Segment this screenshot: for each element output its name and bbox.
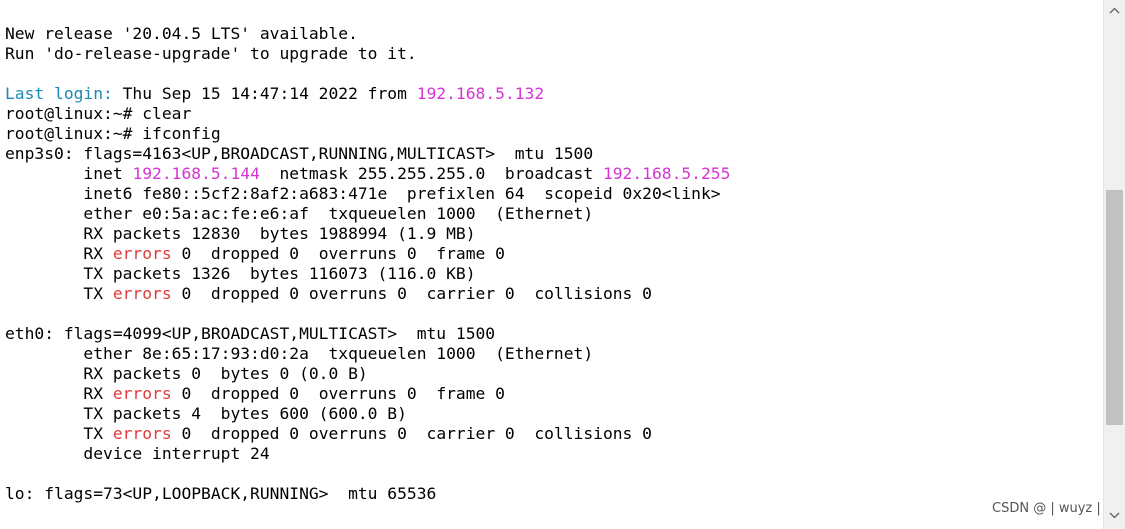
terminal-text-segment: 192.168.5.132 <box>416 84 545 103</box>
terminal-line: RX packets 12830 bytes 1988994 (1.9 MB) <box>5 224 476 244</box>
terminal-text-segment: root@linux:~# ifconfig <box>5 124 221 143</box>
terminal-line: New release '20.04.5 LTS' available. <box>5 24 358 44</box>
terminal-text-segment: RX <box>5 384 113 403</box>
terminal-line: RX packets 0 bytes 0 (0.0 B) <box>5 364 368 384</box>
terminal-text-segment: errors <box>112 244 172 263</box>
terminal-line: ether 8e:65:17:93:d0:2a txqueuelen 1000 … <box>5 344 593 364</box>
terminal-text-segment: TX packets 1326 bytes 116073 (116.0 KB) <box>5 264 476 283</box>
terminal-line: root@linux:~# ifconfig <box>5 124 221 144</box>
terminal-line: RX errors 0 dropped 0 overruns 0 frame 0 <box>5 244 505 264</box>
terminal-text-segment: Last login: <box>5 84 113 103</box>
terminal-text-segment: errors <box>112 384 172 403</box>
terminal-text-segment: TX packets 4 bytes 600 (600.0 B) <box>5 404 407 423</box>
terminal-line: eth0: flags=4099<UP,BROADCAST,MULTICAST>… <box>5 324 495 344</box>
terminal-line: TX errors 0 dropped 0 overruns 0 carrier… <box>5 424 652 444</box>
terminal-text-segment: 192.168.5.255 <box>602 164 731 183</box>
chevron-up-icon[interactable] <box>1104 0 1125 20</box>
terminal-text-segment: RX packets 0 bytes 0 (0.0 B) <box>5 364 368 383</box>
terminal-text-segment: root@linux:~# clear <box>5 104 192 123</box>
terminal-line: inet6 fe80::5cf2:8af2:a683:471e prefixle… <box>5 184 721 204</box>
terminal-text-segment: TX <box>5 284 113 303</box>
terminal-text-segment: 192.168.5.144 <box>132 164 260 183</box>
chevron-down-icon[interactable] <box>1104 505 1125 525</box>
terminal-line: ether e0:5a:ac:fe:e6:af txqueuelen 1000 … <box>5 204 593 224</box>
terminal-text-segment: enp3s0: flags=4163<UP,BROADCAST,RUNNING,… <box>5 144 594 163</box>
terminal-text-segment: RX <box>5 244 113 263</box>
terminal-text-segment: 0 dropped 0 overruns 0 carrier 0 collisi… <box>171 284 652 303</box>
csdn-watermark: CSDN @ | wuyz | <box>990 500 1103 517</box>
terminal-line: TX errors 0 dropped 0 overruns 0 carrier… <box>5 284 652 304</box>
terminal-text-segment: New release '20.04.5 LTS' available. <box>5 24 358 43</box>
terminal-line: root@linux:~# clear <box>5 104 191 124</box>
terminal-text-segment: TX <box>5 424 113 443</box>
terminal-text-segment: device interrupt 24 <box>5 444 270 463</box>
terminal-text-segment: RX packets 12830 bytes 1988994 (1.9 MB) <box>5 224 476 243</box>
terminal-text-segment: inet <box>5 164 133 183</box>
terminal-text-segment: 0 dropped 0 overruns 0 carrier 0 collisi… <box>171 424 652 443</box>
terminal-text-segment: Thu Sep 15 14:47:14 2022 from <box>112 84 417 103</box>
terminal-line: RX errors 0 dropped 0 overruns 0 frame 0 <box>5 384 505 404</box>
terminal-line: Last login: Thu Sep 15 14:47:14 2022 fro… <box>5 84 544 104</box>
terminal-text-segment: Run 'do-release-upgrade' to upgrade to i… <box>5 44 417 63</box>
scrollbar-thumb[interactable] <box>1106 190 1123 425</box>
vertical-scrollbar[interactable] <box>1103 0 1125 529</box>
terminal-line: inet 192.168.5.144 netmask 255.255.255.0… <box>5 164 730 184</box>
terminal-text-segment: inet6 fe80::5cf2:8af2:a683:471e prefixle… <box>5 184 721 203</box>
terminal-text-segment: lo: flags=73<UP,LOOPBACK,RUNNING> mtu 65… <box>5 484 437 503</box>
terminal-text-segment: 0 dropped 0 overruns 0 frame 0 <box>171 244 505 263</box>
terminal-text-segment: netmask 255.255.255.0 broadcast <box>259 164 603 183</box>
terminal-text-segment: errors <box>112 424 172 443</box>
terminal-line: enp3s0: flags=4163<UP,BROADCAST,RUNNING,… <box>5 144 593 164</box>
terminal-line: TX packets 4 bytes 600 (600.0 B) <box>5 404 407 424</box>
terminal-line: Run 'do-release-upgrade' to upgrade to i… <box>5 44 417 64</box>
terminal-text-segment: ether 8e:65:17:93:d0:2a txqueuelen 1000 … <box>5 344 594 363</box>
terminal-text-segment: 0 dropped 0 overruns 0 frame 0 <box>171 384 505 403</box>
terminal-text-segment: errors <box>112 284 172 303</box>
terminal-line: device interrupt 24 <box>5 444 270 464</box>
terminal-output[interactable]: New release '20.04.5 LTS' available. Run … <box>0 0 1103 529</box>
terminal-line: TX packets 1326 bytes 116073 (116.0 KB) <box>5 264 476 284</box>
terminal-text-segment: ether e0:5a:ac:fe:e6:af txqueuelen 1000 … <box>5 204 594 223</box>
terminal-text-segment: eth0: flags=4099<UP,BROADCAST,MULTICAST>… <box>5 324 496 343</box>
terminal-line: lo: flags=73<UP,LOOPBACK,RUNNING> mtu 65… <box>5 484 436 504</box>
